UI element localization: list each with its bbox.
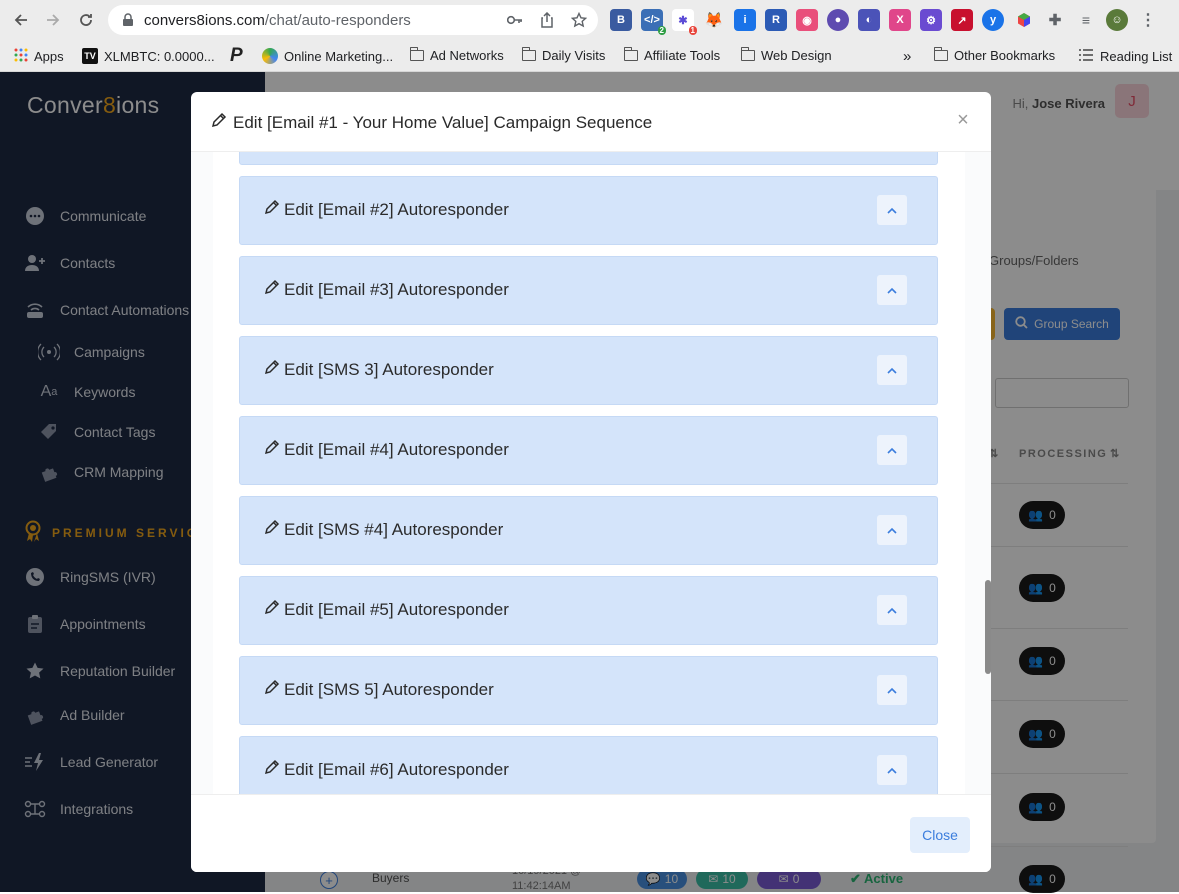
browser-toolbar: convers8ions.com/chat/auto-responders B … [0, 0, 1179, 40]
accordion-item[interactable]: Edit [Email #5] Autoresponder [239, 576, 938, 645]
address-bar[interactable]: convers8ions.com/chat/auto-responders [108, 5, 598, 35]
pencil-icon [264, 519, 280, 540]
close-icon[interactable]: × [953, 110, 973, 130]
folder-icon [740, 47, 755, 61]
bookmark-xlmbtc[interactable]: TV XLMBTC: 0.0000... [82, 48, 215, 64]
pencil-icon [264, 359, 280, 380]
bookmarks-bar: Apps TV XLMBTC: 0.0000... P Online Marke… [0, 40, 1179, 72]
lock-icon [120, 12, 136, 28]
bookmark-p[interactable]: P [230, 45, 243, 66]
accordion-title: Edit [Email #4] Autoresponder [264, 439, 509, 460]
cube-extension-icon[interactable] [1013, 9, 1035, 31]
accordion-item[interactable]: Edit [Email #2] Autoresponder [239, 176, 938, 245]
p-logo-icon: P [230, 45, 243, 66]
bookmark-ad-networks[interactable]: Ad Networks [409, 47, 504, 63]
apps-grid-icon [14, 48, 28, 65]
pencil-icon [211, 112, 227, 133]
pencil-icon [264, 679, 280, 700]
accordion-title: Edit [Email #2] Autoresponder [264, 199, 509, 220]
reload-icon[interactable] [73, 7, 99, 33]
accordion-item[interactable]: Edit [SMS 5] Autoresponder [239, 656, 938, 725]
discord-extension-icon[interactable]: ◐ [858, 9, 880, 31]
modal-footer: Close [191, 794, 991, 872]
modal-header: Edit [Email #1 - Your Home Value] Campai… [191, 92, 991, 152]
bookmark-reading-list[interactable]: Reading List [1078, 48, 1172, 65]
bookmark-other-bookmarks[interactable]: Other Bookmarks [933, 47, 1055, 63]
chevron-up-icon[interactable] [877, 515, 907, 545]
pencil-icon [264, 199, 280, 220]
y-extension-icon[interactable]: y [982, 9, 1004, 31]
accordion-item[interactable]: Edit [Email #6] Autoresponder [239, 736, 938, 794]
chevron-up-icon[interactable] [877, 675, 907, 705]
folder-icon [409, 47, 424, 61]
chevron-up-icon[interactable] [877, 355, 907, 385]
bookmark-online-marketing[interactable]: Online Marketing... [262, 48, 393, 64]
pencil-icon [264, 599, 280, 620]
chat-extension-icon[interactable]: ● [827, 9, 849, 31]
camera-extension-icon[interactable]: ◉ [796, 9, 818, 31]
accordion-title: Edit [Email #6] Autoresponder [264, 759, 509, 780]
accordion-list: Edit [Email #2] Autoresponder Edit [Emai… [213, 152, 965, 794]
pdf-extension-icon[interactable]: ↗ [951, 9, 973, 31]
key-icon[interactable] [506, 11, 524, 29]
modal-body: Edit [Email #2] Autoresponder Edit [Emai… [191, 152, 991, 794]
puzzle-icon[interactable]: ✚ [1044, 9, 1066, 31]
bookmark-web-design[interactable]: Web Design [740, 47, 832, 63]
accordion-item[interactable]: Edit [SMS #4] Autoresponder [239, 496, 938, 565]
bookmark-extension-icon[interactable]: R [765, 9, 787, 31]
share-icon[interactable] [538, 11, 556, 29]
accordion-title: Edit [Email #3] Autoresponder [264, 279, 509, 300]
accordion-item[interactable]: Edit [Email #3] Autoresponder [239, 256, 938, 325]
bookmark-daily-visits[interactable]: Daily Visits [521, 47, 605, 63]
globe-icon [262, 48, 278, 64]
back-icon[interactable] [8, 7, 34, 33]
folder-icon [623, 47, 638, 61]
xz-extension-icon[interactable]: X [889, 9, 911, 31]
extension-icon[interactable]: B [610, 9, 632, 31]
extension-sparkle-icon[interactable]: ✱ 1 [672, 9, 697, 35]
folder-icon [933, 47, 948, 61]
chevron-up-icon[interactable] [877, 595, 907, 625]
off-extension-icon[interactable]: ⚙ [920, 9, 942, 31]
pencil-icon [264, 439, 280, 460]
chevron-up-icon[interactable] [877, 195, 907, 225]
close-button[interactable]: Close [910, 817, 970, 853]
chevron-up-icon[interactable] [877, 435, 907, 465]
playlist-icon[interactable]: ≡ [1075, 9, 1097, 31]
accordion-item[interactable] [239, 152, 938, 165]
bookmark-apps[interactable]: Apps [14, 48, 64, 65]
accordion-title: Edit [Email #5] Autoresponder [264, 599, 509, 620]
metamask-icon[interactable]: 🦊 [703, 9, 725, 31]
campaign-sequence-modal: Edit [Email #1 - Your Home Value] Campai… [191, 92, 991, 872]
accordion-title: Edit [SMS 3] Autoresponder [264, 359, 494, 380]
pencil-icon [264, 279, 280, 300]
url-text: convers8ions.com/chat/auto-responders [144, 11, 411, 29]
accordion-item[interactable]: Edit [Email #4] Autoresponder [239, 416, 938, 485]
accordion-item[interactable]: Edit [SMS 3] Autoresponder [239, 336, 938, 405]
chevron-up-icon[interactable] [877, 755, 907, 785]
reading-list-icon [1078, 48, 1094, 65]
accordion-title: Edit [SMS #4] Autoresponder [264, 519, 503, 540]
folder-icon [521, 47, 536, 61]
modal-title: Edit [Email #1 - Your Home Value] Campai… [211, 112, 652, 133]
extension-code-icon[interactable]: </> 2 [641, 9, 666, 35]
forward-icon[interactable] [40, 7, 66, 33]
bookmarks-overflow-chevron-icon[interactable]: » [903, 48, 911, 65]
profile-avatar-icon[interactable]: ☺ [1106, 9, 1128, 31]
accordion-title: Edit [SMS 5] Autoresponder [264, 679, 494, 700]
menu-dots-icon[interactable]: ⋮ [1137, 9, 1159, 31]
chevron-up-icon[interactable] [877, 275, 907, 305]
tradingview-icon: TV [82, 48, 98, 64]
modal-scrollbar[interactable] [985, 580, 991, 674]
extensions-row: B </> 2 ✱ 1 🦊 i R ◉ ● ◐ X ⚙ ↗ y ✚ ≡ ☺ ⋮ [610, 9, 1159, 35]
info-extension-icon[interactable]: i [734, 9, 756, 31]
star-icon[interactable] [570, 11, 588, 29]
pencil-icon [264, 759, 280, 780]
bookmark-affiliate-tools[interactable]: Affiliate Tools [623, 47, 720, 63]
